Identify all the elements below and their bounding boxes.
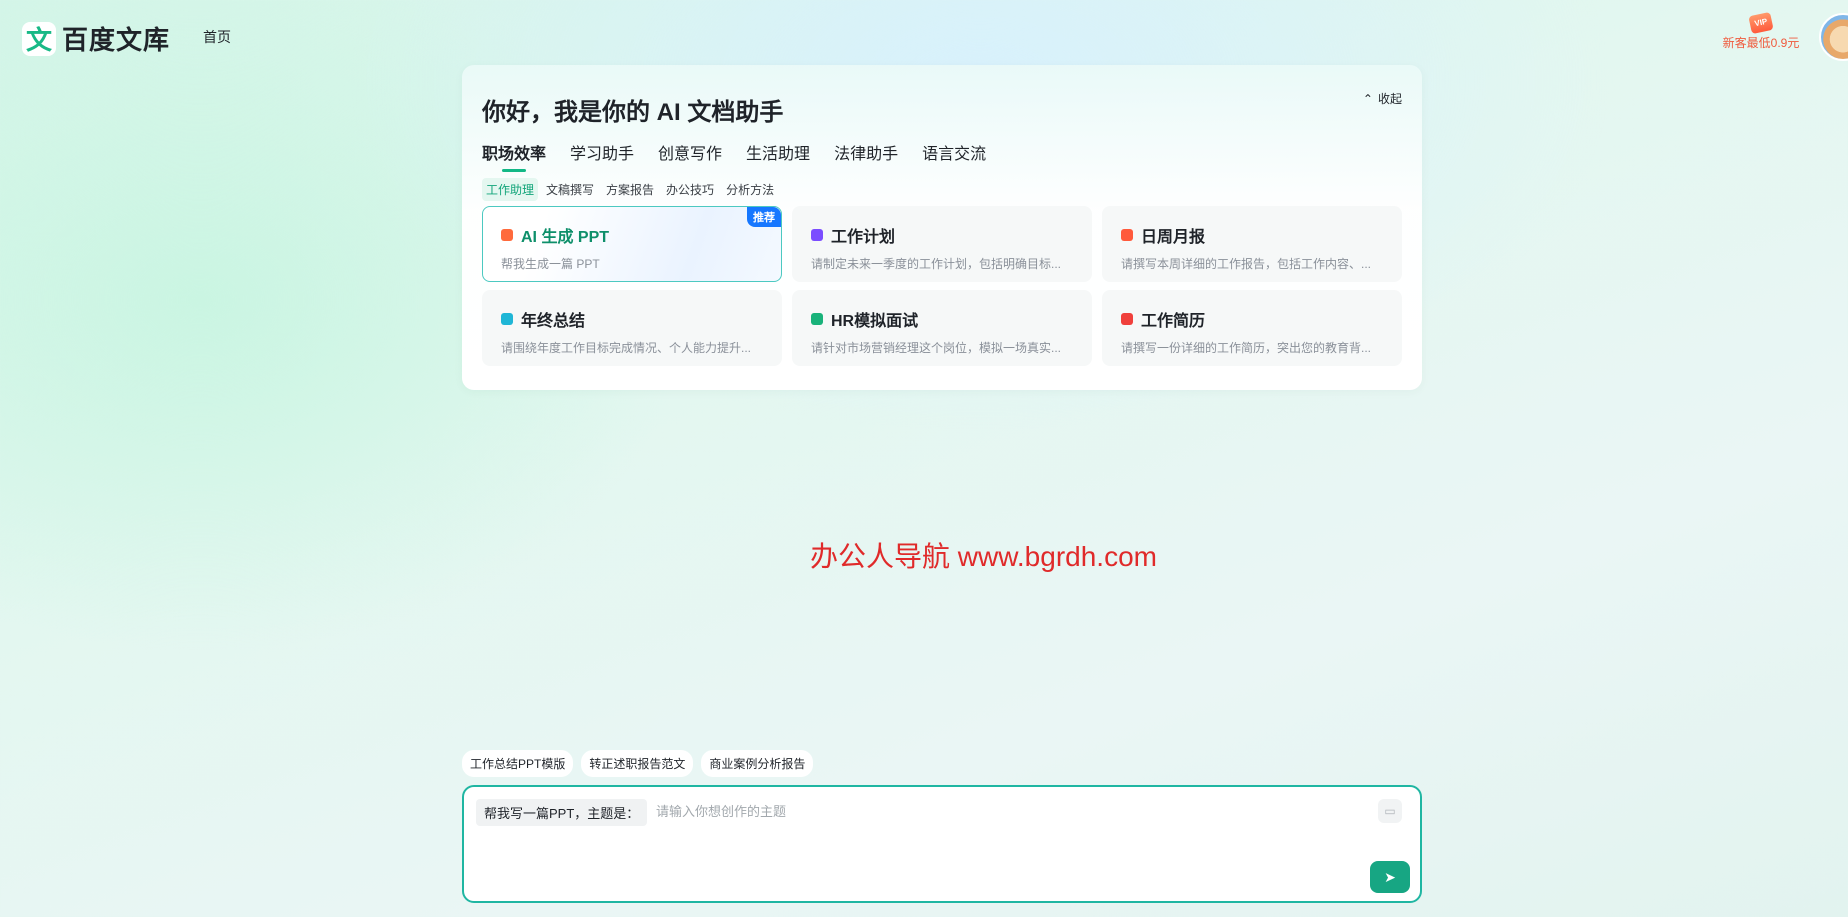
page-title: 你好，我是你的 AI 文档助手 bbox=[482, 99, 784, 126]
collapse-label: 收起 bbox=[1377, 92, 1402, 106]
vip-gift-icon: VIP bbox=[1746, 10, 1776, 35]
tile-title: 工作简历 bbox=[1141, 313, 1206, 330]
tile-resume[interactable]: 工作简历 请撰写一份详细的工作简历，突出您的教育背... bbox=[1102, 290, 1402, 366]
subtab-office-tips[interactable]: 办公技巧 bbox=[662, 178, 718, 201]
tile-desc: 请撰写一份详细的工作简历，突出您的教育背... bbox=[1121, 341, 1372, 355]
suggestion-chip[interactable]: 工作总结PPT模版 bbox=[462, 750, 574, 777]
tab-creative[interactable]: 创意写作 bbox=[658, 140, 722, 172]
tile-title: 年终总结 bbox=[521, 313, 586, 330]
collapse-button[interactable]: ⌃ 收起 bbox=[1363, 90, 1402, 107]
template-grid: 推荐 AI 生成 PPT 帮我生成一篇 PPT 工作计划 请制定未来一季度的工作… bbox=[482, 206, 1402, 366]
topic-input[interactable] bbox=[656, 799, 1256, 823]
vip-promo-text: 新客最低0.9元 bbox=[1722, 36, 1800, 50]
tile-ai-ppt[interactable]: 推荐 AI 生成 PPT 帮我生成一篇 PPT bbox=[482, 206, 782, 282]
resume-icon bbox=[1121, 313, 1133, 325]
suggestion-chip[interactable]: 转正述职报告范文 bbox=[581, 750, 694, 777]
subtab-writing[interactable]: 文稿撰写 bbox=[542, 178, 598, 201]
tile-work-plan[interactable]: 工作计划 请制定未来一季度的工作计划，包括明确目标... bbox=[792, 206, 1092, 282]
logo[interactable]: 文 百度文库 bbox=[22, 20, 170, 57]
vip-promo[interactable]: VIP 新客最低0.9元 bbox=[1718, 6, 1804, 51]
tile-annual-summary[interactable]: 年终总结 请围绕年度工作目标完成情况、个人能力提升... bbox=[482, 290, 782, 366]
logo-text: 百度文库 bbox=[62, 25, 171, 55]
tab-life[interactable]: 生活助理 bbox=[746, 140, 810, 172]
tile-periodic-report[interactable]: 日周月报 请撰写本周详细的工作报告，包括工作内容、... bbox=[1102, 206, 1402, 282]
tile-desc: 帮我生成一篇 PPT bbox=[501, 257, 600, 271]
interview-icon bbox=[811, 313, 823, 325]
tab-workplace[interactable]: 职场效率 bbox=[482, 140, 546, 172]
tile-desc: 请制定未来一季度的工作计划，包括明确目标... bbox=[811, 257, 1062, 271]
tile-desc: 请撰写本周详细的工作报告，包括工作内容、... bbox=[1121, 257, 1372, 271]
toolbox-icon[interactable]: ▭ bbox=[1378, 799, 1402, 823]
subtab-proposal[interactable]: 方案报告 bbox=[602, 178, 658, 201]
tile-title: AI 生成 PPT bbox=[521, 229, 610, 246]
ai-assistant-card: 你好，我是你的 AI 文档助手 ⌃ 收起 职场效率 学习助手 创意写作 生活助理… bbox=[462, 65, 1422, 390]
subtab-analysis[interactable]: 分析方法 bbox=[722, 178, 778, 201]
avatar[interactable] bbox=[1819, 13, 1848, 61]
subtab-work-assistant[interactable]: 工作助理 bbox=[482, 178, 539, 201]
tab-study[interactable]: 学习助手 bbox=[570, 140, 634, 172]
send-button[interactable]: ➤ bbox=[1370, 861, 1410, 893]
suggestion-chip[interactable]: 商业案例分析报告 bbox=[701, 750, 814, 777]
tile-hr-interview[interactable]: HR模拟面试 请针对市场营销经理这个岗位，模拟一场真实... bbox=[792, 290, 1092, 366]
recommend-badge: 推荐 bbox=[747, 207, 781, 227]
tile-desc: 请围绕年度工作目标完成情况、个人能力提升... bbox=[501, 341, 752, 355]
tile-title: 日周月报 bbox=[1141, 229, 1206, 246]
prompt-prefix: 帮我写一篇PPT，主题是： bbox=[476, 799, 648, 826]
category-tabs: 职场效率 学习助手 创意写作 生活助理 法律助手 语言交流 bbox=[482, 140, 986, 172]
prompt-box: 帮我写一篇PPT，主题是： ▭ ➤ bbox=[462, 785, 1422, 903]
plan-icon bbox=[811, 229, 823, 241]
tile-title: HR模拟面试 bbox=[831, 313, 919, 330]
report-icon bbox=[1121, 229, 1133, 241]
nav-home-link[interactable]: 首页 bbox=[203, 27, 231, 47]
suggestion-chips: 工作总结PPT模版 转正述职报告范文 商业案例分析报告 bbox=[462, 750, 814, 777]
logo-mark: 文 bbox=[22, 21, 56, 56]
watermark-text: 办公人导航 www.bgrdh.com bbox=[810, 541, 1157, 572]
tab-legal[interactable]: 法律助手 bbox=[834, 140, 898, 172]
tile-desc: 请针对市场营销经理这个岗位，模拟一场真实... bbox=[811, 341, 1062, 355]
chevron-up-icon: ⌃ bbox=[1362, 91, 1373, 106]
tab-language[interactable]: 语言交流 bbox=[922, 140, 986, 172]
sub-category-tabs: 工作助理 文稿撰写 方案报告 办公技巧 分析方法 bbox=[482, 178, 778, 201]
tile-title: 工作计划 bbox=[831, 229, 896, 246]
send-icon: ➤ bbox=[1384, 868, 1396, 885]
summary-icon bbox=[501, 313, 513, 325]
ppt-icon bbox=[501, 229, 513, 241]
